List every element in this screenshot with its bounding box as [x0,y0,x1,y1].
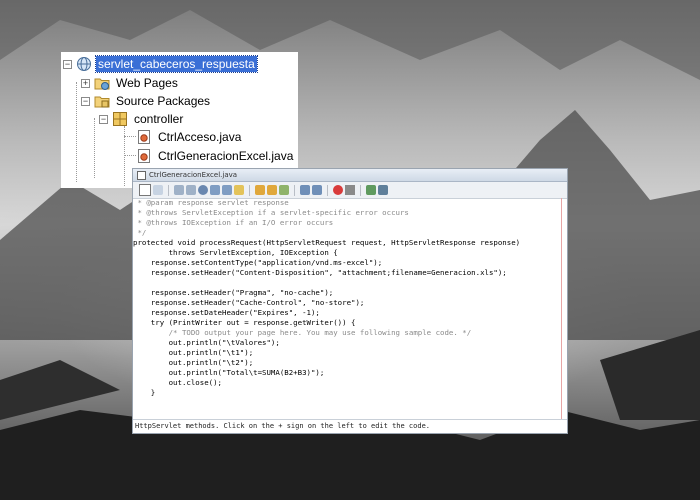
package-name-label[interactable]: controller [132,111,185,127]
uncomment-icon[interactable] [312,185,322,195]
code-line[interactable]: response.setHeader("Content-Disposition"… [133,268,507,277]
tree-row-file[interactable]: CtrlAcceso.java [136,128,243,146]
shift-right-icon[interactable] [267,185,277,195]
code-line[interactable]: /* TODO output your page here. You may u… [133,328,472,337]
stop-macro-icon[interactable] [345,185,355,195]
code-line[interactable]: response.setContentType("application/vnd… [133,258,382,267]
code-line[interactable]: response.setDateHeader("Expires", -1); [133,308,320,317]
file-name-label[interactable]: CtrlAcceso.java [156,129,243,145]
editor-status-hint: HttpServlet methods. Click on the + sign… [133,419,567,433]
find-icon[interactable] [198,185,208,195]
source-view-icon[interactable] [139,184,151,196]
tree-row-project[interactable]: − servlet_cabeceros_respuesta [63,55,258,73]
code-line[interactable]: out.println("\tValores"); [133,338,280,347]
web-pages-folder-icon [94,75,110,91]
editor-toolbar [133,182,567,199]
merge-icon[interactable] [378,185,388,195]
bookmark-icon[interactable] [279,185,289,195]
file-name-label[interactable]: CtrlGeneracionExcel.java [156,148,295,164]
toolbar-separator [168,184,169,196]
expand-toggle[interactable]: + [81,78,90,88]
history-icon[interactable] [153,185,163,195]
code-line[interactable]: * @throws ServletException if a servlet-… [133,208,408,217]
project-name-label[interactable]: servlet_cabeceros_respuesta [95,55,258,73]
code-text-area[interactable]: * @param response servlet response * @th… [133,198,567,420]
find-previous-icon[interactable] [210,185,220,195]
tree-row-source-packages[interactable]: − Source Packages [81,92,212,110]
code-line[interactable]: protected void processRequest(HttpServle… [133,238,520,247]
web-pages-label[interactable]: Web Pages [114,75,180,91]
toolbar-separator [249,184,250,196]
code-line[interactable]: throws ServletException, IOException { [133,248,338,257]
record-macro-icon[interactable] [333,185,343,195]
tree-row-file[interactable]: CtrlGeneracionExcel.java [136,147,295,165]
right-margin-guide [561,198,562,433]
code-line[interactable]: out.println("\t1"); [133,348,254,357]
code-line[interactable]: out.close(); [133,378,222,387]
code-line[interactable]: try (PrintWriter out = response.getWrite… [133,318,356,327]
java-file-icon [136,129,152,145]
java-file-icon [136,148,152,164]
code-line[interactable]: */ [133,228,146,237]
comment-icon[interactable] [300,185,310,195]
editor-tab-label[interactable]: CtrlGeneracionExcel.java [149,171,237,179]
code-line[interactable]: * @throws IOException if an I/O error oc… [133,218,333,227]
back-icon[interactable] [174,185,184,195]
tree-row-web-pages[interactable]: + Web Pages [81,74,180,92]
code-line[interactable]: * @param response servlet response [133,198,288,207]
forward-icon[interactable] [186,185,196,195]
collapse-toggle[interactable]: − [81,96,90,106]
source-packages-folder-icon [94,93,110,109]
editor-tab-bar[interactable]: CtrlGeneracionExcel.java [133,169,567,182]
source-packages-label[interactable]: Source Packages [114,93,212,109]
toolbar-separator [327,184,328,196]
code-line[interactable]: out.println("Total\t=SUMA(B2+B3)"); [133,368,325,377]
package-icon [112,111,128,127]
java-file-icon [137,170,146,180]
code-line[interactable]: out.println("\t2"); [133,358,254,367]
code-line[interactable]: } [133,388,155,397]
toolbar-separator [360,184,361,196]
code-line[interactable]: response.setHeader("Cache-Control", "no-… [133,298,365,307]
collapse-toggle[interactable]: − [63,59,72,69]
find-next-icon[interactable] [222,185,232,195]
tree-row-controller-package[interactable]: − controller [99,110,185,128]
collapse-toggle[interactable]: − [99,114,108,124]
shift-left-icon[interactable] [255,185,265,195]
diff-icon[interactable] [366,185,376,195]
code-line[interactable]: response.setHeader("Pragma", "no-cache")… [133,288,333,297]
toggle-highlight-icon[interactable] [234,185,244,195]
code-editor-window: CtrlGeneracionExcel.java * @param respon… [132,168,568,434]
toolbar-separator [294,184,295,196]
globe-project-icon [76,56,92,72]
